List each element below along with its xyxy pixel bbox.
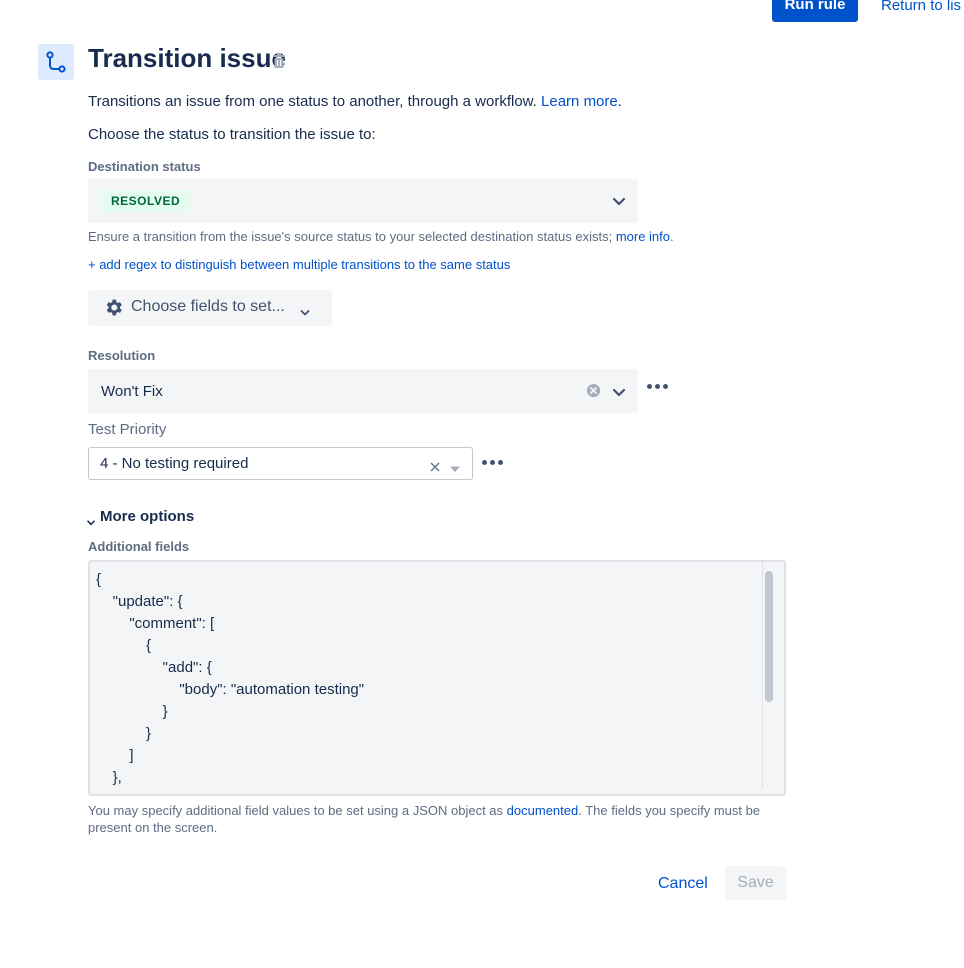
status-lozenge: RESOLVED bbox=[101, 190, 191, 212]
more-info-suffix: . bbox=[670, 229, 674, 244]
resolution-label: Resolution bbox=[88, 348, 156, 363]
more-actions-icon[interactable] bbox=[482, 460, 503, 465]
scrollbar-thumb[interactable] bbox=[765, 571, 773, 702]
gear-icon bbox=[103, 297, 124, 323]
additional-fields-editor[interactable]: { "update": { "comment": [ { "add": { "b… bbox=[88, 560, 786, 796]
code-line: }, bbox=[96, 769, 122, 786]
run-rule-button[interactable]: Run rule bbox=[772, 0, 858, 22]
destination-status-label: Destination status bbox=[88, 159, 201, 174]
documented-link[interactable]: documented bbox=[507, 803, 579, 818]
destination-help: Ensure a transition from the issue's sou… bbox=[88, 229, 674, 244]
code-line: "update": { bbox=[96, 593, 183, 610]
code-line: { bbox=[96, 571, 102, 588]
clear-icon[interactable] bbox=[586, 383, 601, 403]
resolution-select[interactable] bbox=[88, 369, 638, 413]
additional-fields-help: You may specify additional field values … bbox=[88, 802, 788, 836]
more-options-toggle[interactable]: More options bbox=[100, 508, 194, 525]
learn-more-link[interactable]: Learn more bbox=[541, 93, 618, 110]
additional-fields-label: Additional fields bbox=[88, 539, 190, 554]
add-regex-link[interactable]: + add regex to distinguish between multi… bbox=[88, 257, 510, 272]
more-info-link[interactable]: more info bbox=[616, 229, 670, 244]
code-line: ] bbox=[96, 747, 134, 764]
chevron-down-icon[interactable] bbox=[612, 194, 626, 212]
test-priority-value: 4 - No testing required bbox=[100, 455, 249, 472]
scrollbar-track bbox=[762, 562, 763, 788]
learn-more-suffix: . bbox=[617, 93, 622, 110]
code-line: "body": "automation testing" bbox=[96, 681, 365, 698]
transition-icon bbox=[38, 44, 74, 80]
save-button[interactable]: Save bbox=[725, 866, 786, 900]
test-priority-label: Test Priority bbox=[88, 421, 167, 438]
chevron-down-icon bbox=[300, 304, 310, 322]
page-title: Transition issue bbox=[88, 43, 286, 73]
chevron-down-icon[interactable] bbox=[612, 385, 626, 403]
choose-status-prompt: Choose the status to transition the issu… bbox=[88, 126, 376, 143]
code-line: { bbox=[96, 637, 152, 654]
additional-help-text: You may specify additional field values … bbox=[88, 803, 504, 818]
code-line: } bbox=[96, 725, 152, 742]
choose-fields-label: Choose fields to set... bbox=[131, 298, 285, 315]
cancel-button[interactable]: Cancel bbox=[658, 875, 708, 893]
code-line: } bbox=[96, 703, 168, 720]
return-to-list-link[interactable]: Return to lis bbox=[881, 0, 961, 14]
action-description: Transitions an issue from one status to … bbox=[88, 93, 622, 110]
trash-icon[interactable] bbox=[272, 53, 286, 74]
more-actions-icon[interactable] bbox=[647, 384, 668, 389]
code-line: "add": { bbox=[96, 659, 212, 676]
resolution-value: Won't Fix bbox=[101, 383, 163, 400]
code-line: "comment": [ bbox=[96, 615, 215, 632]
chevron-down-icon[interactable] bbox=[87, 513, 95, 531]
destination-help-text: Ensure a transition from the issue's sou… bbox=[88, 229, 613, 244]
dropdown-arrow-icon[interactable] bbox=[449, 460, 461, 478]
close-icon[interactable] bbox=[430, 459, 440, 477]
description-text: Transitions an issue from one status to … bbox=[88, 93, 537, 110]
